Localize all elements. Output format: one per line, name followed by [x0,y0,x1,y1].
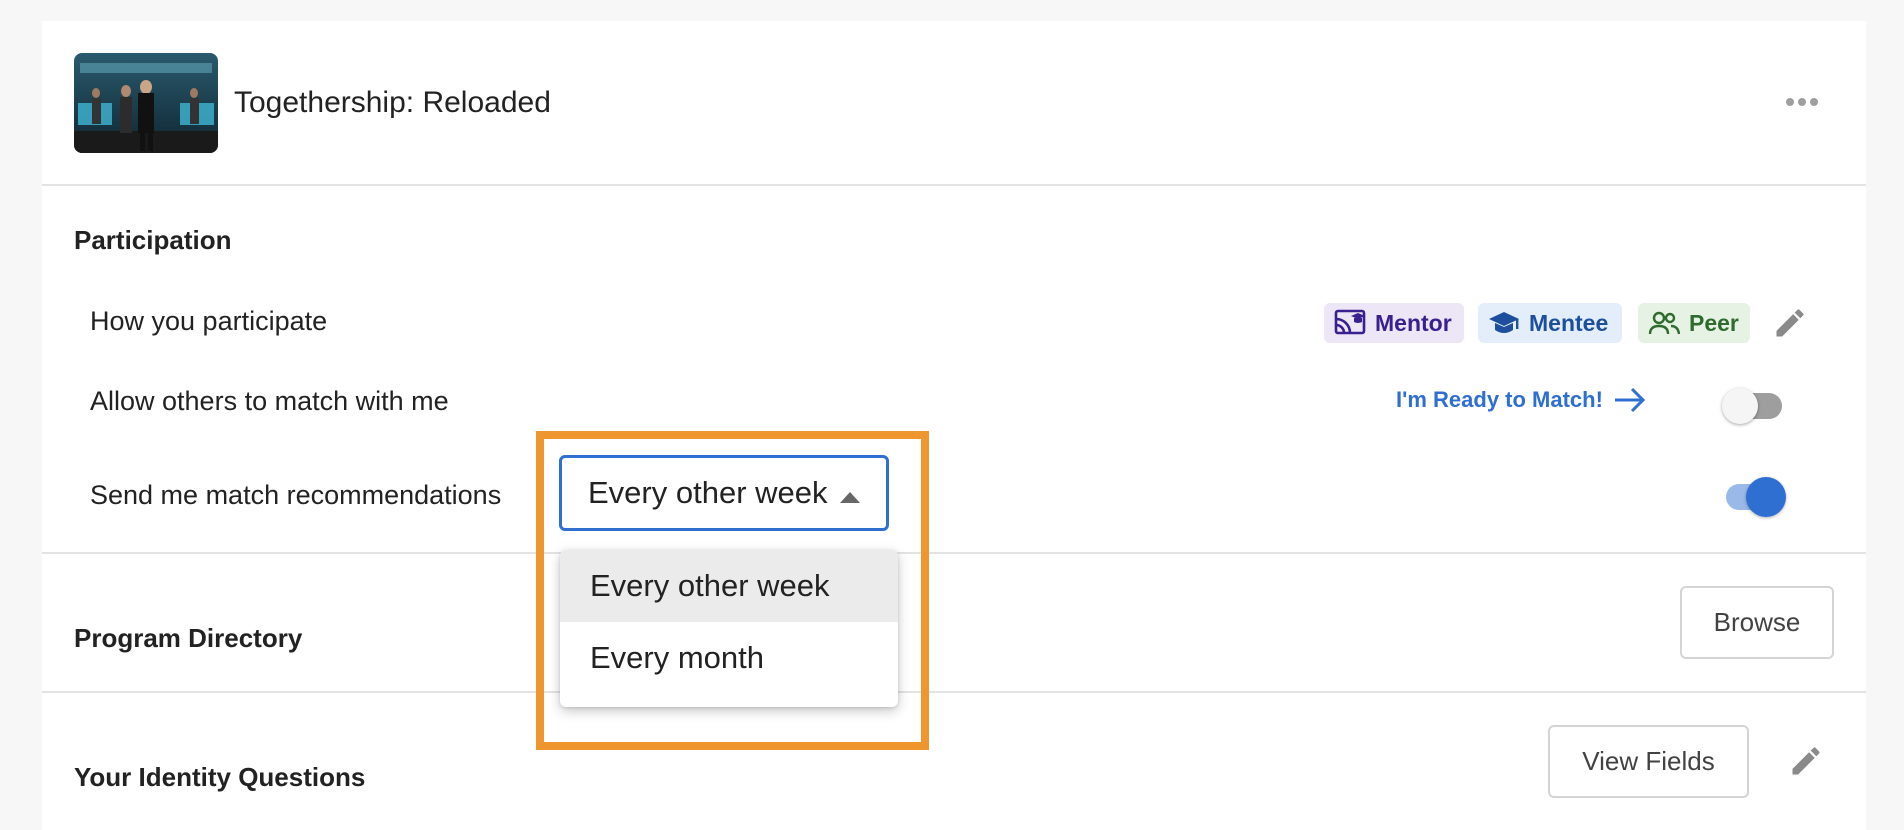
frequency-select[interactable]: Every other week [559,455,889,531]
how-you-participate-label: How you participate [90,306,328,336]
role-chip-peer: Peer [1638,303,1750,343]
pencil-icon [1792,747,1820,775]
recommendations-toggle[interactable] [1722,476,1786,518]
frequency-dropdown-menu: Every other week Every month [560,550,898,707]
mentor-icon [1334,309,1366,335]
header-divider [42,184,1866,186]
more-options-button[interactable] [1782,87,1822,117]
arrow-right-icon [1614,387,1646,413]
graduation-cap-icon [1489,312,1519,333]
ready-to-match-link[interactable]: I'm Ready to Match! [1396,386,1647,414]
participation-divider [42,552,1866,554]
recommendations-label: Send me match recommendations [90,480,502,510]
program-card: Togethership: Reloaded Participation How… [42,21,1866,830]
role-chip-label: Mentor [1375,309,1452,336]
view-fields-button[interactable]: View Fields [1548,725,1749,798]
toggle-thumb [1722,388,1758,424]
page-title: Togethership: Reloaded [234,86,551,119]
directory-divider [42,691,1866,693]
edit-identity-button[interactable] [1788,743,1824,779]
frequency-option-every-month[interactable]: Every month [560,622,898,694]
edit-participation-button[interactable] [1772,305,1808,341]
role-chip-label: Peer [1689,309,1739,336]
program-directory-title: Program Directory [74,623,303,653]
more-horizontal-icon [1786,98,1818,106]
program-image [74,53,218,153]
allow-match-label: Allow others to match with me [90,386,449,416]
participation-title: Participation [74,225,232,255]
people-icon [1648,311,1680,335]
role-chip-mentee: Mentee [1478,303,1622,343]
role-chip-label: Mentee [1529,309,1609,336]
identity-questions-title: Your Identity Questions [74,762,366,792]
ready-to-match-label: I'm Ready to Match! [1396,387,1603,412]
role-chip-mentor: Mentor [1324,303,1464,343]
frequency-option-every-other-week[interactable]: Every other week [560,550,898,622]
allow-match-toggle[interactable] [1722,386,1782,426]
frequency-selected-value: Every other week [588,475,828,510]
toggle-thumb [1746,477,1786,517]
caret-up-icon [840,492,860,503]
pencil-icon [1776,309,1804,337]
browse-button[interactable]: Browse [1680,586,1834,659]
